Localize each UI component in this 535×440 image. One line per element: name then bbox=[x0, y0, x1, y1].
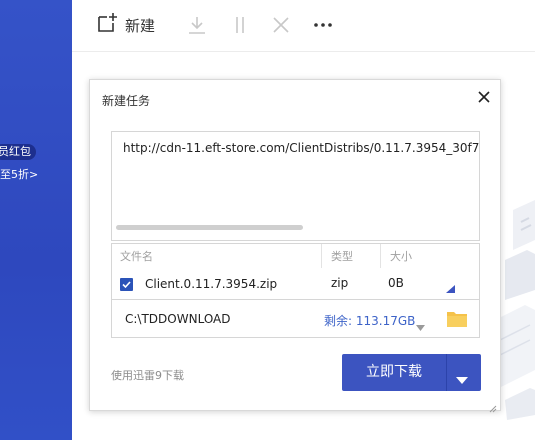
file-type: zip bbox=[331, 276, 349, 290]
promo-badge[interactable]: 员红包 bbox=[0, 144, 36, 160]
chevron-down-icon[interactable] bbox=[416, 316, 425, 331]
close-icon[interactable] bbox=[476, 89, 492, 105]
save-path: C:\TDDOWNLOAD bbox=[125, 312, 231, 326]
url-text: http://cdn-11.eft-store.com/ClientDistri… bbox=[123, 141, 480, 155]
toolbar: 新建 bbox=[72, 0, 535, 52]
dialog-title: 新建任务 bbox=[102, 94, 151, 108]
promo-link[interactable]: 至5折> bbox=[0, 166, 38, 182]
new-task-icon bbox=[96, 12, 118, 38]
file-table: 文件名 类型 大小 Client.0.11.7.3954.zip zip 0B … bbox=[111, 243, 480, 338]
remaining-space: 剩余: 113.17GB bbox=[324, 314, 416, 328]
button-divider bbox=[446, 354, 447, 391]
more-icon[interactable] bbox=[312, 14, 334, 36]
resize-grip-icon[interactable] bbox=[488, 398, 497, 413]
column-divider bbox=[380, 244, 381, 268]
sort-triangle-icon[interactable] bbox=[445, 279, 455, 293]
download-now-label: 立即下载 bbox=[366, 364, 422, 380]
new-task-button[interactable]: 新建 bbox=[96, 13, 155, 37]
save-path-row[interactable]: C:\TDDOWNLOAD 剩余: 113.17GB bbox=[112, 299, 479, 338]
pause-icon[interactable] bbox=[229, 14, 251, 36]
file-name: Client.0.11.7.3954.zip bbox=[145, 277, 278, 291]
file-size: 0B bbox=[388, 276, 404, 290]
delete-icon[interactable] bbox=[270, 14, 292, 36]
new-task-label: 新建 bbox=[125, 16, 156, 35]
horizontal-scrollbar[interactable] bbox=[116, 225, 303, 230]
dropdown-caret-icon[interactable] bbox=[456, 369, 468, 384]
column-divider bbox=[321, 244, 322, 268]
table-row[interactable]: Client.0.11.7.3954.zip zip 0B bbox=[112, 270, 479, 298]
column-header-filename[interactable]: 文件名 bbox=[120, 248, 153, 264]
column-header-size[interactable]: 大小 bbox=[390, 248, 412, 264]
file-checkbox[interactable] bbox=[120, 278, 133, 291]
sidebar: 员红包 至5折> bbox=[0, 0, 72, 440]
download-icon[interactable] bbox=[186, 14, 208, 36]
download-now-button[interactable]: 立即下载 bbox=[342, 354, 481, 391]
new-task-dialog: 新建任务 http://cdn-11.eft-store.com/ClientD… bbox=[89, 79, 501, 413]
footer-note[interactable]: 使用迅雷9下载 bbox=[111, 367, 184, 383]
folder-icon[interactable] bbox=[446, 310, 468, 328]
column-header-type[interactable]: 类型 bbox=[331, 248, 353, 264]
url-input[interactable]: http://cdn-11.eft-store.com/ClientDistri… bbox=[111, 131, 480, 241]
decorative-illustration bbox=[495, 200, 535, 420]
